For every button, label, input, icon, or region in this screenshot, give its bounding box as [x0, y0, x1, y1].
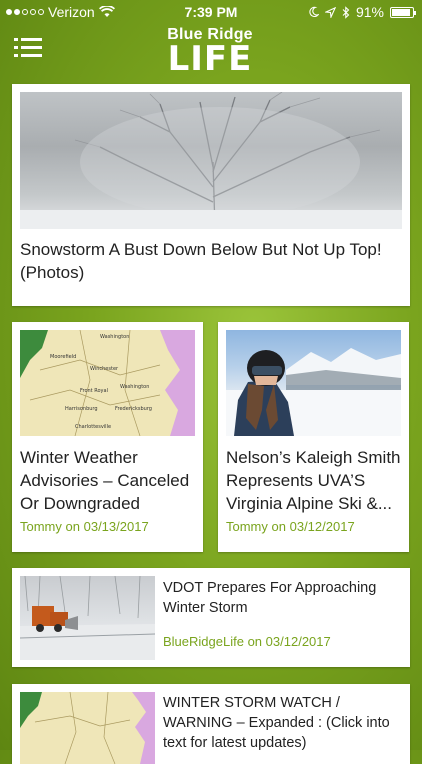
article-title[interactable]: VDOT Prepares For Approaching Winter Sto… [163, 578, 401, 618]
article-title[interactable]: Winter Weather Advisories – Canceled Or … [20, 446, 196, 515]
article-byline: BlueRidgeLife on 03/12/2017 [163, 634, 331, 649]
byline-on-label: on [247, 634, 263, 649]
article-byline: Tommy on 03/13/2017 [20, 519, 149, 534]
article-image-skier [226, 330, 401, 436]
bluetooth-icon [342, 5, 350, 19]
article-image-weather-map: Washington Moorefield Winchester Front Roy… [20, 330, 195, 436]
article-card[interactable]: VDOT Prepares For Approaching Winter Sto… [12, 568, 410, 667]
article-card[interactable]: Washington Moorefield Winchester Front Roy… [12, 322, 203, 552]
article-image-snowplow [20, 576, 155, 660]
article-image-snow-tree [20, 92, 402, 229]
moon-icon [309, 6, 319, 18]
article-card[interactable]: WINTER STORM WATCH / WARNING – Expanded … [12, 684, 410, 764]
article-date: 03/13/2017 [83, 519, 149, 534]
app-logo[interactable]: Blue Ridge LIFE [150, 26, 270, 79]
svg-text:Moorefield: Moorefield [50, 354, 76, 360]
article-title[interactable]: WINTER STORM WATCH / WARNING – Expanded … [163, 693, 403, 753]
svg-text:Washington: Washington [120, 384, 149, 390]
article-image-weather-map [20, 692, 155, 764]
status-bar: Verizon 7:39 PM 91% [0, 0, 422, 24]
article-title[interactable]: Nelson’s Kaleigh Smith Represents UVA’S … [226, 446, 402, 515]
article-byline: Tommy on 03/12/2017 [226, 519, 355, 534]
svg-text:Harrisonburg: Harrisonburg [65, 406, 98, 412]
byline-on-label: on [271, 519, 286, 534]
location-arrow-icon [324, 6, 336, 18]
article-author: Tommy [20, 519, 62, 534]
battery-icon [390, 6, 416, 18]
svg-text:Front Royal: Front Royal [80, 388, 108, 394]
article-title[interactable]: Snowstorm A Bust Down Below But Not Up T… [20, 238, 400, 284]
battery-percent: 91% [355, 4, 384, 20]
article-author: Tommy [226, 519, 268, 534]
svg-text:Washington: Washington [100, 334, 129, 340]
svg-text:Charlottesville: Charlottesville [75, 424, 111, 430]
article-card-featured[interactable]: Snowstorm A Bust Down Below But Not Up T… [12, 84, 410, 306]
svg-text:Fredericksburg: Fredericksburg [115, 406, 152, 412]
logo-line-2: LIFE [167, 39, 253, 79]
article-card[interactable]: Nelson’s Kaleigh Smith Represents UVA’S … [218, 322, 409, 552]
byline-on-label: on [65, 519, 80, 534]
hamburger-menu-icon[interactable] [14, 38, 42, 58]
article-date: 03/12/2017 [289, 519, 355, 534]
article-date: 03/12/2017 [265, 634, 331, 649]
svg-text:Winchester: Winchester [90, 366, 119, 372]
article-author: BlueRidgeLife [163, 634, 244, 649]
